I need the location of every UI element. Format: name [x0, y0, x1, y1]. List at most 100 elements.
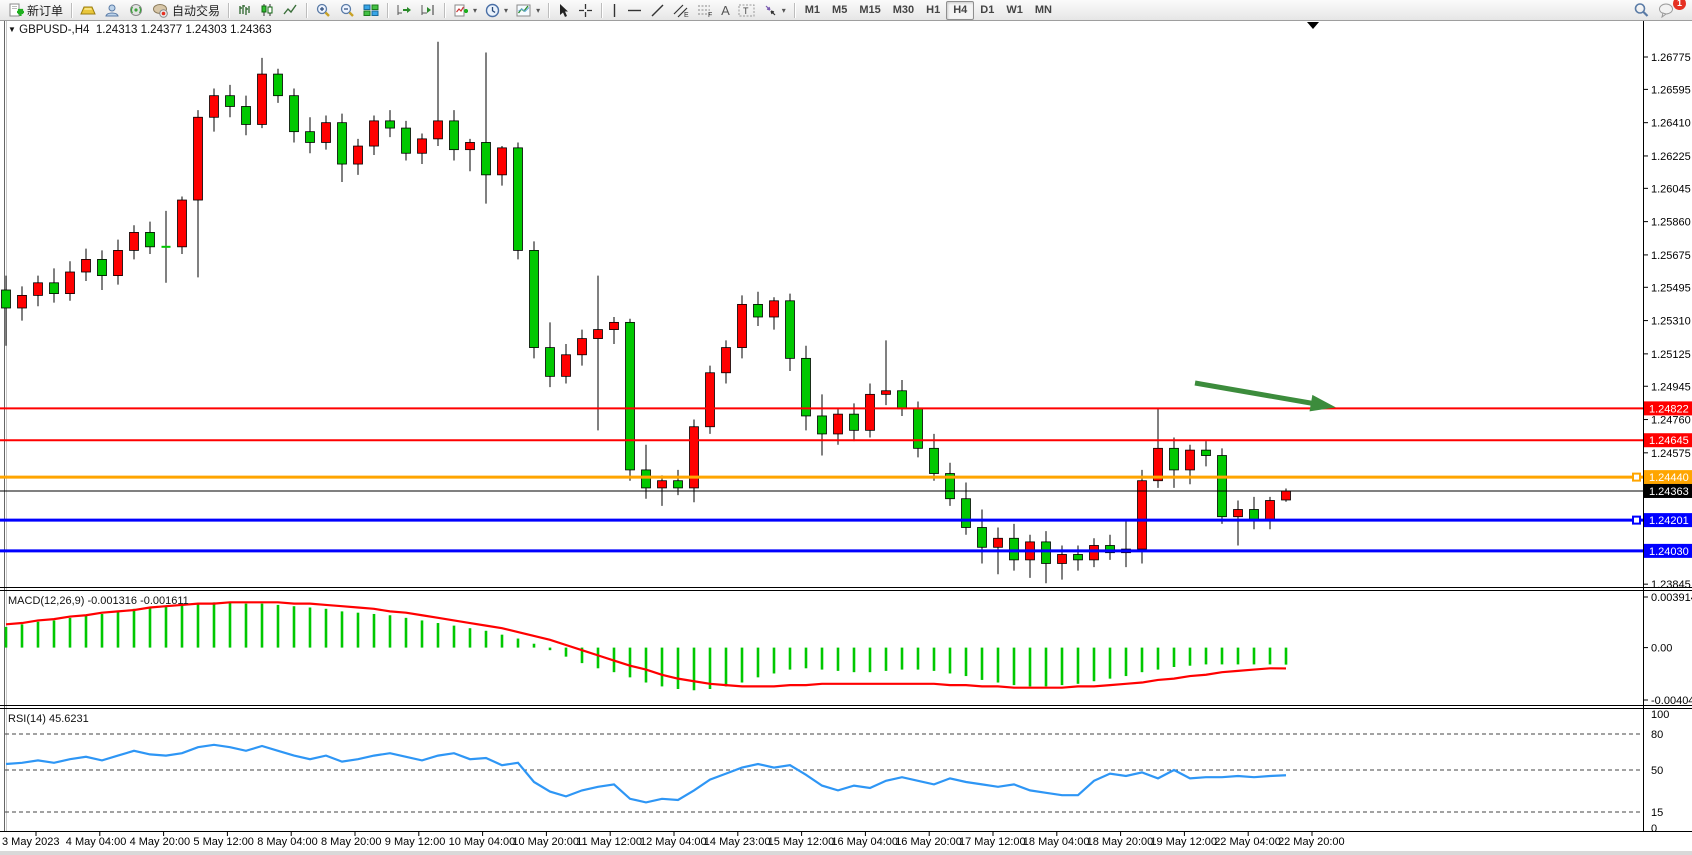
- svg-text:1.25860: 1.25860: [1651, 217, 1691, 229]
- equidistant-channel-icon: E: [673, 3, 689, 18]
- svg-text:15 May 12:00: 15 May 12:00: [768, 836, 835, 848]
- timeframe-m1-button[interactable]: M1: [799, 2, 826, 19]
- toolbar-separator: [794, 3, 795, 18]
- crosshair-tool-button[interactable]: [574, 1, 597, 20]
- auto-trading-button[interactable]: 自动交易: [148, 1, 224, 20]
- auto-scroll-button[interactable]: [392, 1, 416, 20]
- rsi-indicator-label: RSI(14) 45.6231: [8, 713, 89, 725]
- svg-text:1.24822: 1.24822: [1649, 403, 1689, 415]
- line-chart-button[interactable]: [279, 1, 302, 20]
- symbol-dropdown-icon[interactable]: ▼: [8, 25, 16, 34]
- periods-dropdown-arrow[interactable]: ▾: [504, 6, 508, 15]
- templates-dropdown-arrow[interactable]: ▾: [536, 6, 540, 15]
- cursor-icon: [557, 3, 570, 18]
- svg-text:0: 0: [1651, 823, 1657, 835]
- toolbar-separator: [548, 3, 549, 18]
- svg-text:22 May 04:00: 22 May 04:00: [1214, 836, 1281, 848]
- svg-text:11 May 12:00: 11 May 12:00: [576, 836, 642, 848]
- signal-button[interactable]: [124, 1, 148, 20]
- svg-text:1.23845: 1.23845: [1651, 579, 1691, 591]
- bar-chart-button[interactable]: [233, 1, 256, 20]
- new-order-icon: [8, 3, 24, 18]
- svg-text:1.24945: 1.24945: [1651, 381, 1691, 393]
- toolbar-separator: [444, 3, 445, 18]
- svg-text:18 May 04:00: 18 May 04:00: [1023, 836, 1090, 848]
- timeframe-m15-button[interactable]: M15: [853, 2, 886, 19]
- svg-text:18 May 20:00: 18 May 20:00: [1087, 836, 1154, 848]
- crosshair-icon: [578, 3, 593, 18]
- svg-text:4 May 20:00: 4 May 20:00: [130, 836, 191, 848]
- svg-text:1.24645: 1.24645: [1649, 435, 1689, 447]
- vertical-line-tool-button[interactable]: [606, 1, 623, 20]
- chart-window[interactable]: ▼ GBPUSD-,H4 1.24313 1.24377 1.24303 1.2…: [0, 20, 1692, 851]
- svg-text:1.25675: 1.25675: [1651, 250, 1691, 262]
- horizontal-line-tool-button[interactable]: [623, 1, 646, 20]
- svg-text:16 May 04:00: 16 May 04:00: [831, 836, 898, 848]
- svg-text:1.25310: 1.25310: [1651, 316, 1691, 328]
- timeframe-d1-button[interactable]: D1: [974, 2, 1000, 19]
- timeframe-w1-button[interactable]: W1: [1000, 2, 1029, 19]
- tile-windows-icon: [363, 3, 379, 17]
- svg-text:1.24760: 1.24760: [1651, 415, 1691, 427]
- chart-symbol-timeframe: GBPUSD-,H4: [19, 24, 89, 36]
- svg-text:1.26595: 1.26595: [1651, 84, 1691, 96]
- svg-text:1.26045: 1.26045: [1651, 183, 1691, 195]
- channel-tool-button[interactable]: E: [669, 1, 693, 20]
- tile-windows-button[interactable]: [359, 1, 383, 20]
- periods-button[interactable]: ▾: [481, 1, 512, 20]
- line-chart-icon: [283, 3, 298, 17]
- label-tool-icon: T: [738, 3, 755, 18]
- svg-text:0.003914: 0.003914: [1651, 592, 1692, 604]
- zoom-out-button[interactable]: [335, 1, 359, 20]
- svg-text:22 May 20:00: 22 May 20:00: [1278, 836, 1345, 848]
- timeframe-m5-button[interactable]: M5: [826, 2, 853, 19]
- cursor-tool-button[interactable]: [553, 1, 574, 20]
- bar-chart-icon: [237, 3, 252, 17]
- timeframe-h4-button[interactable]: H4: [946, 1, 974, 20]
- fibonacci-tool-button[interactable]: F: [693, 1, 717, 20]
- svg-text:14 May 23:00: 14 May 23:00: [704, 836, 771, 848]
- profile-button[interactable]: [100, 1, 124, 20]
- auto-trading-icon: [152, 3, 169, 18]
- new-order-button[interactable]: 新订单: [4, 1, 67, 20]
- svg-text:80: 80: [1651, 729, 1663, 741]
- notifications-button[interactable]: 1: [1654, 1, 1680, 20]
- candlestick-chart-icon: [260, 3, 275, 17]
- text-tool-icon: A: [721, 3, 730, 18]
- zoom-out-icon: [339, 3, 355, 18]
- arrows-tool-button[interactable]: ▾: [759, 1, 790, 20]
- mt4-application: 新订单 自动交易: [0, 0, 1692, 855]
- svg-text:8 May 04:00: 8 May 04:00: [257, 836, 318, 848]
- signal-icon: [128, 3, 144, 17]
- zoom-in-icon: [315, 3, 331, 18]
- search-button[interactable]: [1629, 1, 1654, 20]
- toolbar-separator: [228, 3, 229, 18]
- svg-text:F: F: [708, 12, 712, 18]
- candlestick-chart-button[interactable]: [256, 1, 279, 20]
- arrows-dropdown-arrow[interactable]: ▾: [782, 6, 786, 15]
- text-tool-button[interactable]: A: [717, 1, 734, 20]
- gold-button[interactable]: [76, 1, 100, 20]
- svg-text:T: T: [743, 6, 749, 16]
- svg-text:1.24201: 1.24201: [1649, 515, 1689, 527]
- label-tool-button[interactable]: T: [734, 1, 759, 20]
- template-icon: [516, 3, 532, 18]
- svg-text:1.25125: 1.25125: [1651, 349, 1691, 361]
- timeframe-m30-button[interactable]: M30: [887, 2, 920, 19]
- status-strip: [0, 851, 1692, 855]
- indicators-dropdown-arrow[interactable]: ▾: [473, 6, 477, 15]
- new-order-label: 新订单: [27, 2, 63, 19]
- svg-text:10 May 20:00: 10 May 20:00: [512, 836, 579, 848]
- zoom-in-button[interactable]: [311, 1, 335, 20]
- main-toolbar: 新订单 自动交易: [0, 0, 1692, 21]
- search-icon: [1633, 2, 1650, 18]
- timeframe-mn-button[interactable]: MN: [1029, 2, 1058, 19]
- chart-shift-button[interactable]: [416, 1, 440, 20]
- templates-button[interactable]: ▾: [512, 1, 544, 20]
- svg-text:16 May 20:00: 16 May 20:00: [895, 836, 962, 848]
- trendline-tool-button[interactable]: [646, 1, 669, 20]
- chart-plot-svg[interactable]: 1.267751.265951.264101.262251.260451.258…: [0, 20, 1692, 851]
- svg-text:19 May 12:00: 19 May 12:00: [1150, 836, 1217, 848]
- indicators-button[interactable]: ▾: [449, 1, 481, 20]
- timeframe-h1-button[interactable]: H1: [920, 2, 946, 19]
